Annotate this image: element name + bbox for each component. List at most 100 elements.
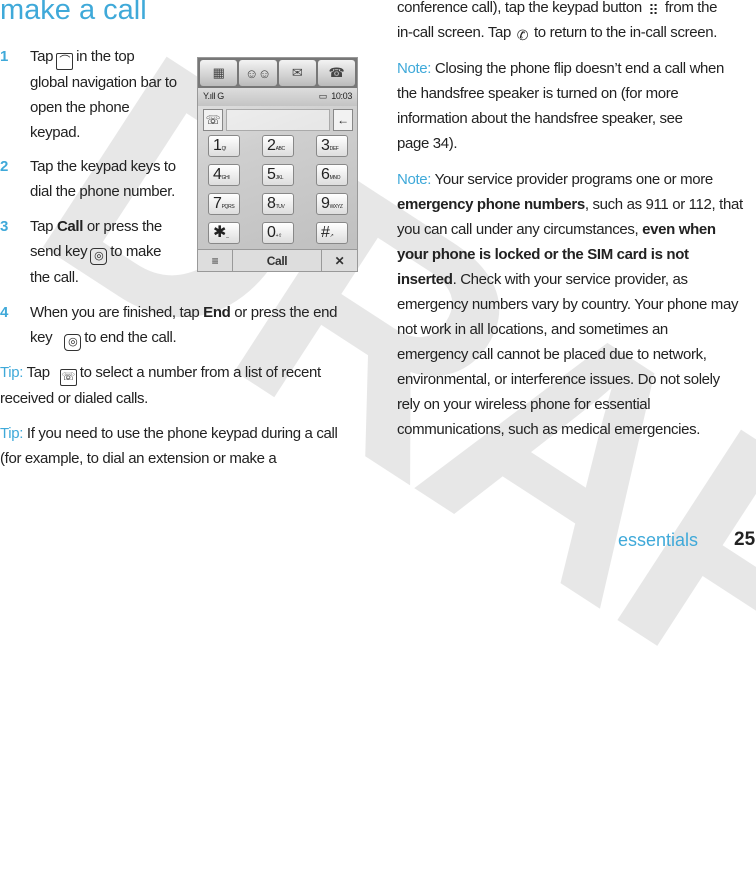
message-icon: ✉ (278, 60, 316, 86)
key-digit: # (321, 224, 330, 241)
page-number: 25 (734, 529, 756, 550)
step-text: Tap the keypad keys to (30, 158, 176, 175)
tip-text: (for example, to dial an extension or ma… (0, 450, 277, 467)
keypad-key: 8TUV (262, 193, 294, 215)
step-text: or press the end (230, 304, 338, 321)
clock: 10:03 (331, 91, 352, 101)
step-number: 4 (0, 304, 8, 321)
keypad-key: 4GHI (208, 164, 240, 186)
note-label: Note: (397, 171, 432, 188)
body-text: information about the handsfree speaker,… (397, 110, 683, 127)
keypad-key: ✱_ (208, 222, 240, 244)
step-text: in the top (76, 48, 135, 65)
key-letters: ABC (275, 146, 286, 152)
step-number: 2 (0, 158, 8, 175)
tip-label: Tip: (0, 364, 24, 381)
contacts-icon: ☺☺ (239, 60, 277, 86)
global-navigation-bar: ▦ ☺☺ ✉ ☎ (198, 58, 357, 88)
key-letters: DEF (329, 146, 339, 152)
step-text: key (30, 329, 53, 346)
key-digit: 7 (213, 195, 222, 212)
key-digit: 6 (321, 166, 330, 183)
body-text: you can call under any circumstances, (397, 221, 643, 238)
body-text: . Check with your service provider, as (452, 271, 688, 288)
key-digit: 8 (267, 195, 276, 212)
key-letters: ↗ (329, 233, 334, 239)
keypad-key: 3DEF (316, 135, 348, 157)
key-letters: JKL (275, 175, 284, 181)
body-bold: inserted (397, 271, 453, 288)
phone-keypad-screenshot: ▦ ☺☺ ✉ ☎ Y.ıll G ▭ 10:03 ☏ ← 1Q! 2ABC 3DEF… (197, 57, 358, 272)
battery-icon: ▭ (318, 91, 328, 101)
end-key-icon: ◎ (64, 334, 82, 351)
body-text: rely on your wireless phone for essentia… (397, 396, 651, 413)
keypad-key: 1Q! (208, 135, 240, 157)
key-letters: WXYZ (329, 204, 343, 210)
body-text: page 34). (397, 135, 458, 152)
key-digit: 5 (267, 166, 276, 183)
note-handsfree: Note: Closing the phone flip doesn’t end… (397, 56, 756, 156)
key-letters: PQRS (221, 204, 235, 210)
page-title: make a call (0, 0, 147, 26)
body-text: Closing the phone flip doesn’t end a cal… (431, 60, 725, 77)
key-letters: _ (226, 233, 229, 239)
body-text: from the (664, 0, 718, 16)
keypad-key: 7PQRS (208, 193, 240, 215)
keypad: 1Q! 2ABC 3DEF 4GHI 5JKL 6MNO 7PQRS 8TUV 9WXYZ ✱_ 0… (208, 135, 348, 244)
signal-indicator: Y.ıll G (203, 91, 224, 101)
body-text: Your service provider programs one or mo… (431, 171, 714, 188)
step-text: dial the phone number. (30, 183, 175, 200)
body-text: environmental, or interference issues. D… (397, 371, 720, 388)
tip-text: Tap (23, 364, 51, 381)
key-digit: 3 (321, 137, 330, 154)
keypad-key: 9WXYZ (316, 193, 348, 215)
recent-calls-icon: ☏ (59, 369, 77, 386)
key-letters: Q! (221, 146, 227, 152)
key-digit: 9 (321, 195, 330, 212)
keypad-key: 0+⇧ (262, 222, 294, 244)
recent-calls-icon: ☏ (203, 109, 223, 131)
keypad-key: 5JKL (262, 164, 294, 186)
key-digit: 1 (213, 137, 222, 154)
step-number: 3 (0, 218, 8, 235)
keypad-icon: ⠿ (648, 2, 659, 18)
phone-icon: ⌒ (56, 53, 74, 70)
key-digit: 4 (213, 166, 222, 183)
step-text: to make (110, 243, 162, 260)
step-text: or press the (83, 218, 162, 235)
number-field (226, 109, 330, 131)
body-text: emergency call cannot be placed due to n… (397, 346, 707, 363)
step-number: 1 (0, 48, 8, 65)
body-text: in-call screen. Tap (397, 24, 511, 41)
key-digit: 0 (267, 224, 276, 241)
key-digit: 2 (267, 137, 276, 154)
note-emergency: Note: Your service provider programs one… (397, 167, 756, 442)
conference-call-paragraph: conference call), tap the keypad button ⠿… (397, 0, 756, 45)
body-text: the handsfree speaker is turned on (for … (397, 85, 679, 102)
key-letters: TUV (275, 204, 285, 210)
tip-text: to select a number from a list of recent (79, 364, 321, 381)
body-text: not work in all locations, and sometimes… (397, 321, 668, 338)
keypad-key: 6MNO (316, 164, 348, 186)
body-bold: even when (642, 221, 716, 238)
phone-icon: ☎ (317, 60, 355, 86)
end-softkey-label: End (203, 304, 231, 321)
key-letters: +⇧ (275, 233, 283, 239)
step-text: to end the call. (84, 329, 177, 346)
body-text: to return to the in-call screen. (533, 24, 718, 41)
key-digit: ✱ (213, 224, 227, 241)
section-label: essentials (618, 530, 699, 550)
apps-icon: ▦ (200, 60, 238, 86)
body-text: conference call), tap the keypad button (397, 0, 642, 16)
status-bar: Y.ıll G ▭ 10:03 (198, 88, 357, 106)
body-text: communications, such as medical emergenc… (397, 421, 701, 438)
phone-handset-icon: ✆ (516, 27, 529, 43)
call-softkey: Call (233, 250, 322, 271)
call-softkey-label: Call (56, 218, 84, 235)
tip-text: received or dialed calls. (0, 390, 148, 407)
body-bold: emergency phone numbers (397, 196, 585, 213)
body-text: , such as 911 or 112, that (584, 196, 743, 213)
step-text: When you are finished, tap (30, 304, 204, 321)
tip-label: Tip: (0, 425, 24, 442)
tip-keypad: Tip: If you need to use the phone keypad… (0, 421, 360, 471)
